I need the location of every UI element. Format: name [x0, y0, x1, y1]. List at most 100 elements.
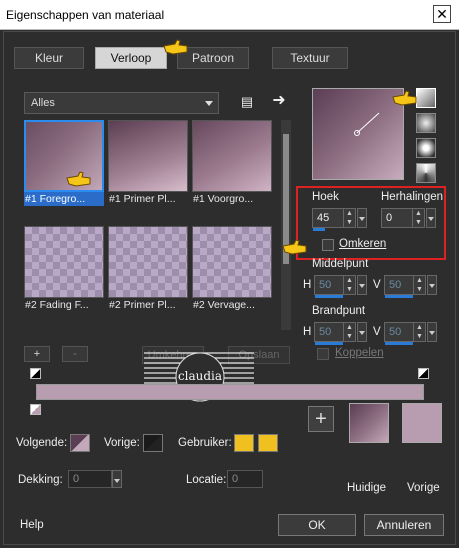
spin-arrows-icon[interactable]: ▲ ▼	[413, 276, 425, 294]
location-field[interactable]: 0	[227, 470, 263, 488]
gallery-item-voorgrond[interactable]: #1 Voorgro...	[192, 120, 272, 205]
gallery-item-foreground[interactable]: #1 Foregro...	[24, 120, 104, 206]
focal-v-dropdown-button[interactable]	[427, 322, 437, 342]
gradient-preview[interactable]	[312, 88, 404, 180]
previous-swatch-label: Vorige	[407, 482, 440, 494]
pointing-hand-icon	[66, 171, 91, 187]
repeats-label: Herhalingen	[381, 191, 444, 203]
spin-arrows-icon[interactable]: ▲ ▼	[343, 323, 355, 341]
spin-arrows-icon[interactable]: ▲ ▼	[413, 323, 425, 341]
spin-arrows-icon[interactable]: ▲ ▼	[343, 276, 355, 294]
invert-label[interactable]: Omkeren	[339, 238, 386, 250]
linear-style-icon[interactable]	[416, 88, 436, 108]
center-h-slider-bar[interactable]	[315, 295, 343, 298]
opacity-field[interactable]: 0	[68, 470, 112, 488]
focal-h-slider-bar[interactable]	[315, 342, 343, 345]
focal-h-value: 50	[319, 326, 332, 338]
sunburst-style-icon[interactable]	[416, 163, 436, 183]
gradient-thumbnail	[24, 226, 104, 298]
opacity-label: Dekking:	[18, 474, 63, 486]
add-to-swatches-button[interactable]: +	[308, 406, 334, 432]
gradient-thumbnail	[108, 120, 188, 192]
remove-stop-button[interactable]: -	[62, 346, 88, 362]
location-label: Locatie:	[186, 474, 227, 486]
color-stop-start[interactable]	[30, 404, 41, 415]
gallery-item-label: #1 Voorgro...	[193, 193, 254, 205]
link-checkbox[interactable]	[317, 348, 329, 360]
gallery-item-vervagen[interactable]: #2 Vervage...	[192, 226, 272, 311]
invert-checkbox[interactable]	[322, 239, 334, 251]
tab-textuur[interactable]: Textuur	[272, 47, 348, 69]
help-link[interactable]: Help	[20, 519, 44, 531]
book-icon[interactable]: ▤	[236, 91, 258, 113]
repeats-spinner[interactable]: 0 ▲ ▼	[381, 208, 425, 228]
ok-button[interactable]: OK	[278, 514, 356, 536]
radial-style-icon[interactable]	[416, 138, 436, 158]
gradient-thumbnail	[108, 226, 188, 298]
angle-slider-bar[interactable]	[313, 228, 325, 231]
center-v-slider-bar[interactable]	[385, 295, 413, 298]
focal-h-label: H	[303, 326, 312, 338]
add-stop-button[interactable]: +	[24, 346, 50, 362]
opacity-dropdown-button[interactable]	[112, 470, 122, 488]
spin-arrows-icon[interactable]: ▲ ▼	[343, 209, 355, 227]
gallery-scrollbar[interactable]	[281, 120, 291, 330]
category-select[interactable]: Alles	[24, 92, 219, 114]
watermark-text: claudia	[177, 369, 223, 383]
center-v-label: V	[373, 279, 381, 291]
previous-swatch[interactable]	[402, 403, 442, 443]
window-title: Eigenschappen van materiaal	[6, 8, 165, 22]
angle-value: 45	[317, 212, 330, 224]
gallery-item-primer-2[interactable]: #2 Primer Pl...	[108, 226, 188, 311]
center-h-spinner[interactable]: 50 ▲ ▼	[314, 275, 356, 298]
cancel-button[interactable]: Annuleren	[364, 514, 444, 536]
focal-h-dropdown-button[interactable]	[357, 322, 367, 342]
gallery-item-label: #2 Vervage...	[193, 299, 255, 311]
center-h-value: 50	[319, 279, 332, 291]
next-color-swatch[interactable]	[70, 434, 90, 452]
previous-label: Vorige:	[104, 437, 140, 449]
center-point-label: Middelpunt	[312, 258, 369, 270]
repeats-dropdown-button[interactable]	[426, 208, 436, 228]
tab-kleur[interactable]: Kleur	[14, 47, 84, 69]
center-h-dropdown-button[interactable]	[357, 275, 367, 295]
gallery-item-label: #2 Fading F...	[25, 299, 89, 311]
close-icon[interactable]: ✕	[433, 5, 451, 23]
rectangular-style-icon[interactable]	[416, 113, 436, 133]
opacity-stop-end[interactable]	[418, 368, 429, 379]
gradient-gallery: #1 Foregro... #1 Primer Pl... #1 Voorgro…	[24, 120, 292, 330]
link-label[interactable]: Koppelen	[335, 347, 384, 359]
gallery-item-label: #1 Foregro...	[24, 192, 104, 206]
gallery-item-fading[interactable]: #2 Fading F...	[24, 226, 104, 311]
next-label: Volgende:	[16, 437, 68, 449]
category-select-value: Alles	[31, 97, 55, 109]
current-swatch-label: Huidige	[347, 482, 386, 494]
gradient-thumbnail	[192, 120, 272, 192]
repeats-value: 0	[386, 212, 393, 224]
gallery-item-label: #1 Primer Pl...	[109, 193, 176, 205]
previous-color-swatch[interactable]	[143, 434, 163, 452]
opacity-stop-start[interactable]	[30, 368, 41, 379]
center-v-dropdown-button[interactable]	[427, 275, 437, 295]
focal-v-slider-bar[interactable]	[385, 342, 413, 345]
angle-spinner[interactable]: 45 ▲ ▼	[312, 208, 356, 231]
angle-label: Hoek	[312, 191, 339, 203]
user-color-swatch[interactable]	[234, 434, 254, 452]
gallery-item-primer[interactable]: #1 Primer Pl...	[108, 120, 188, 205]
arrow-right-icon[interactable]: ➜	[268, 90, 290, 112]
center-v-spinner[interactable]: 50 ▲ ▼	[384, 275, 426, 298]
gradient-bar[interactable]	[36, 384, 424, 400]
chevron-down-icon	[205, 101, 213, 106]
spin-arrows-icon[interactable]: ▲ ▼	[412, 209, 424, 227]
focal-point-label: Brandpunt	[312, 305, 366, 317]
window-titlebar: Eigenschappen van materiaal ✕	[0, 0, 459, 30]
focal-v-spinner[interactable]: 50 ▲ ▼	[384, 322, 426, 345]
focal-v-value: 50	[389, 326, 402, 338]
user-color-swatch-2[interactable]	[258, 434, 278, 452]
pointing-hand-icon	[282, 239, 307, 255]
tab-verloop[interactable]: Verloop	[95, 47, 167, 69]
angle-dropdown-button[interactable]	[357, 208, 367, 228]
focal-h-spinner[interactable]: 50 ▲ ▼	[314, 322, 356, 345]
gradient-thumbnail	[192, 226, 272, 298]
center-h-label: H	[303, 279, 312, 291]
